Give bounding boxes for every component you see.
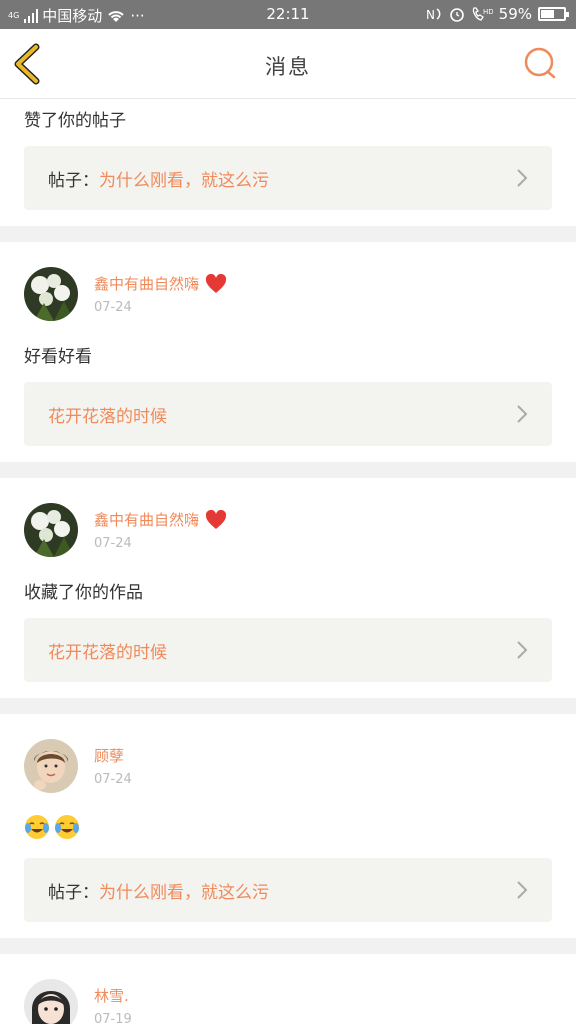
chevron-right-icon [517,641,528,659]
notification-message: 好看好看 [24,347,92,367]
avatar[interactable] [24,979,78,1024]
status-bar: 4G 中国移动 ··· 22:11 N HD 59% [0,0,576,29]
notification-date: 07-24 [94,772,132,787]
notification-item: 林雪. 07-19 [0,954,576,1024]
post-card[interactable]: 花开花落的时候 [24,618,552,682]
avatar[interactable] [24,739,78,793]
search-icon[interactable] [522,45,558,81]
chevron-right-icon [517,405,528,423]
username[interactable]: 顾孽 [94,745,124,766]
notification-message [24,814,552,842]
post-card-title: 花开花落的时候 [48,642,167,663]
post-card-prefix: 帖子： [48,882,99,903]
notification-message: 赞了你的帖子 [24,111,126,131]
tears-of-joy-emoji-icon [25,815,49,839]
divider [0,938,576,954]
tears-of-joy-emoji-icon [55,815,79,839]
svg-text:N: N [426,8,435,22]
post-card-prefix: 帖子： [48,170,99,191]
post-card[interactable]: 帖子：为什么刚看，就这么污 [24,146,552,210]
notification-date: 07-24 [94,536,132,551]
chevron-right-icon [517,169,528,187]
nfc-icon: N [426,8,441,22]
avatar[interactable] [24,503,78,557]
post-card-text: 帖子：为什么刚看，就这么污 [48,166,269,191]
notification-date: 07-24 [94,300,132,315]
post-card-title: 花开花落的时候 [48,406,167,427]
page-title: 消息 [265,55,311,79]
notification-item: 顾孽 07-24 帖子：为什么刚看，就这么污 [0,714,576,922]
battery-icon [538,7,569,21]
notification-message: 收藏了你的作品 [24,583,143,603]
heart-icon [205,273,227,293]
notification-item: 赞了你的帖子 帖子：为什么刚看，就这么污 [0,100,576,210]
post-card-text: 花开花落的时候 [48,402,167,427]
avatar[interactable] [24,267,78,321]
username[interactable]: 林雪. [94,985,129,1006]
divider [0,226,576,242]
notification-item: 鑫中有曲自然嗨 07-24 好看好看 花开花落的时候 [0,242,576,446]
heart-icon [205,509,227,529]
hd-call-icon: HD [472,7,493,21]
post-card[interactable]: 帖子：为什么刚看，就这么污 [24,858,552,922]
battery-fill [541,10,554,18]
divider [0,698,576,714]
post-card-text: 花开花落的时候 [48,638,167,663]
post-card-title: 为什么刚看，就这么污 [99,882,269,903]
notification-item: 鑫中有曲自然嗨 07-24 收藏了你的作品 花开花落的时候 [0,478,576,682]
svg-text:HD: HD [483,8,493,16]
header: 消息 [0,29,576,99]
username[interactable]: 鑫中有曲自然嗨 [94,273,199,294]
notification-date: 07-19 [94,1012,132,1024]
alarm-icon [449,8,464,22]
post-card[interactable]: 花开花落的时候 [24,382,552,446]
battery-percent: 59% [498,5,532,23]
divider [0,462,576,478]
post-card-text: 帖子：为什么刚看，就这么污 [48,878,269,903]
notification-list: 赞了你的帖子 帖子：为什么刚看，就这么污 鑫中有曲自然嗨 07-24 好看好看 … [0,100,576,1024]
username[interactable]: 鑫中有曲自然嗨 [94,509,199,530]
post-card-title: 为什么刚看，就这么污 [99,170,269,191]
chevron-right-icon [517,881,528,899]
